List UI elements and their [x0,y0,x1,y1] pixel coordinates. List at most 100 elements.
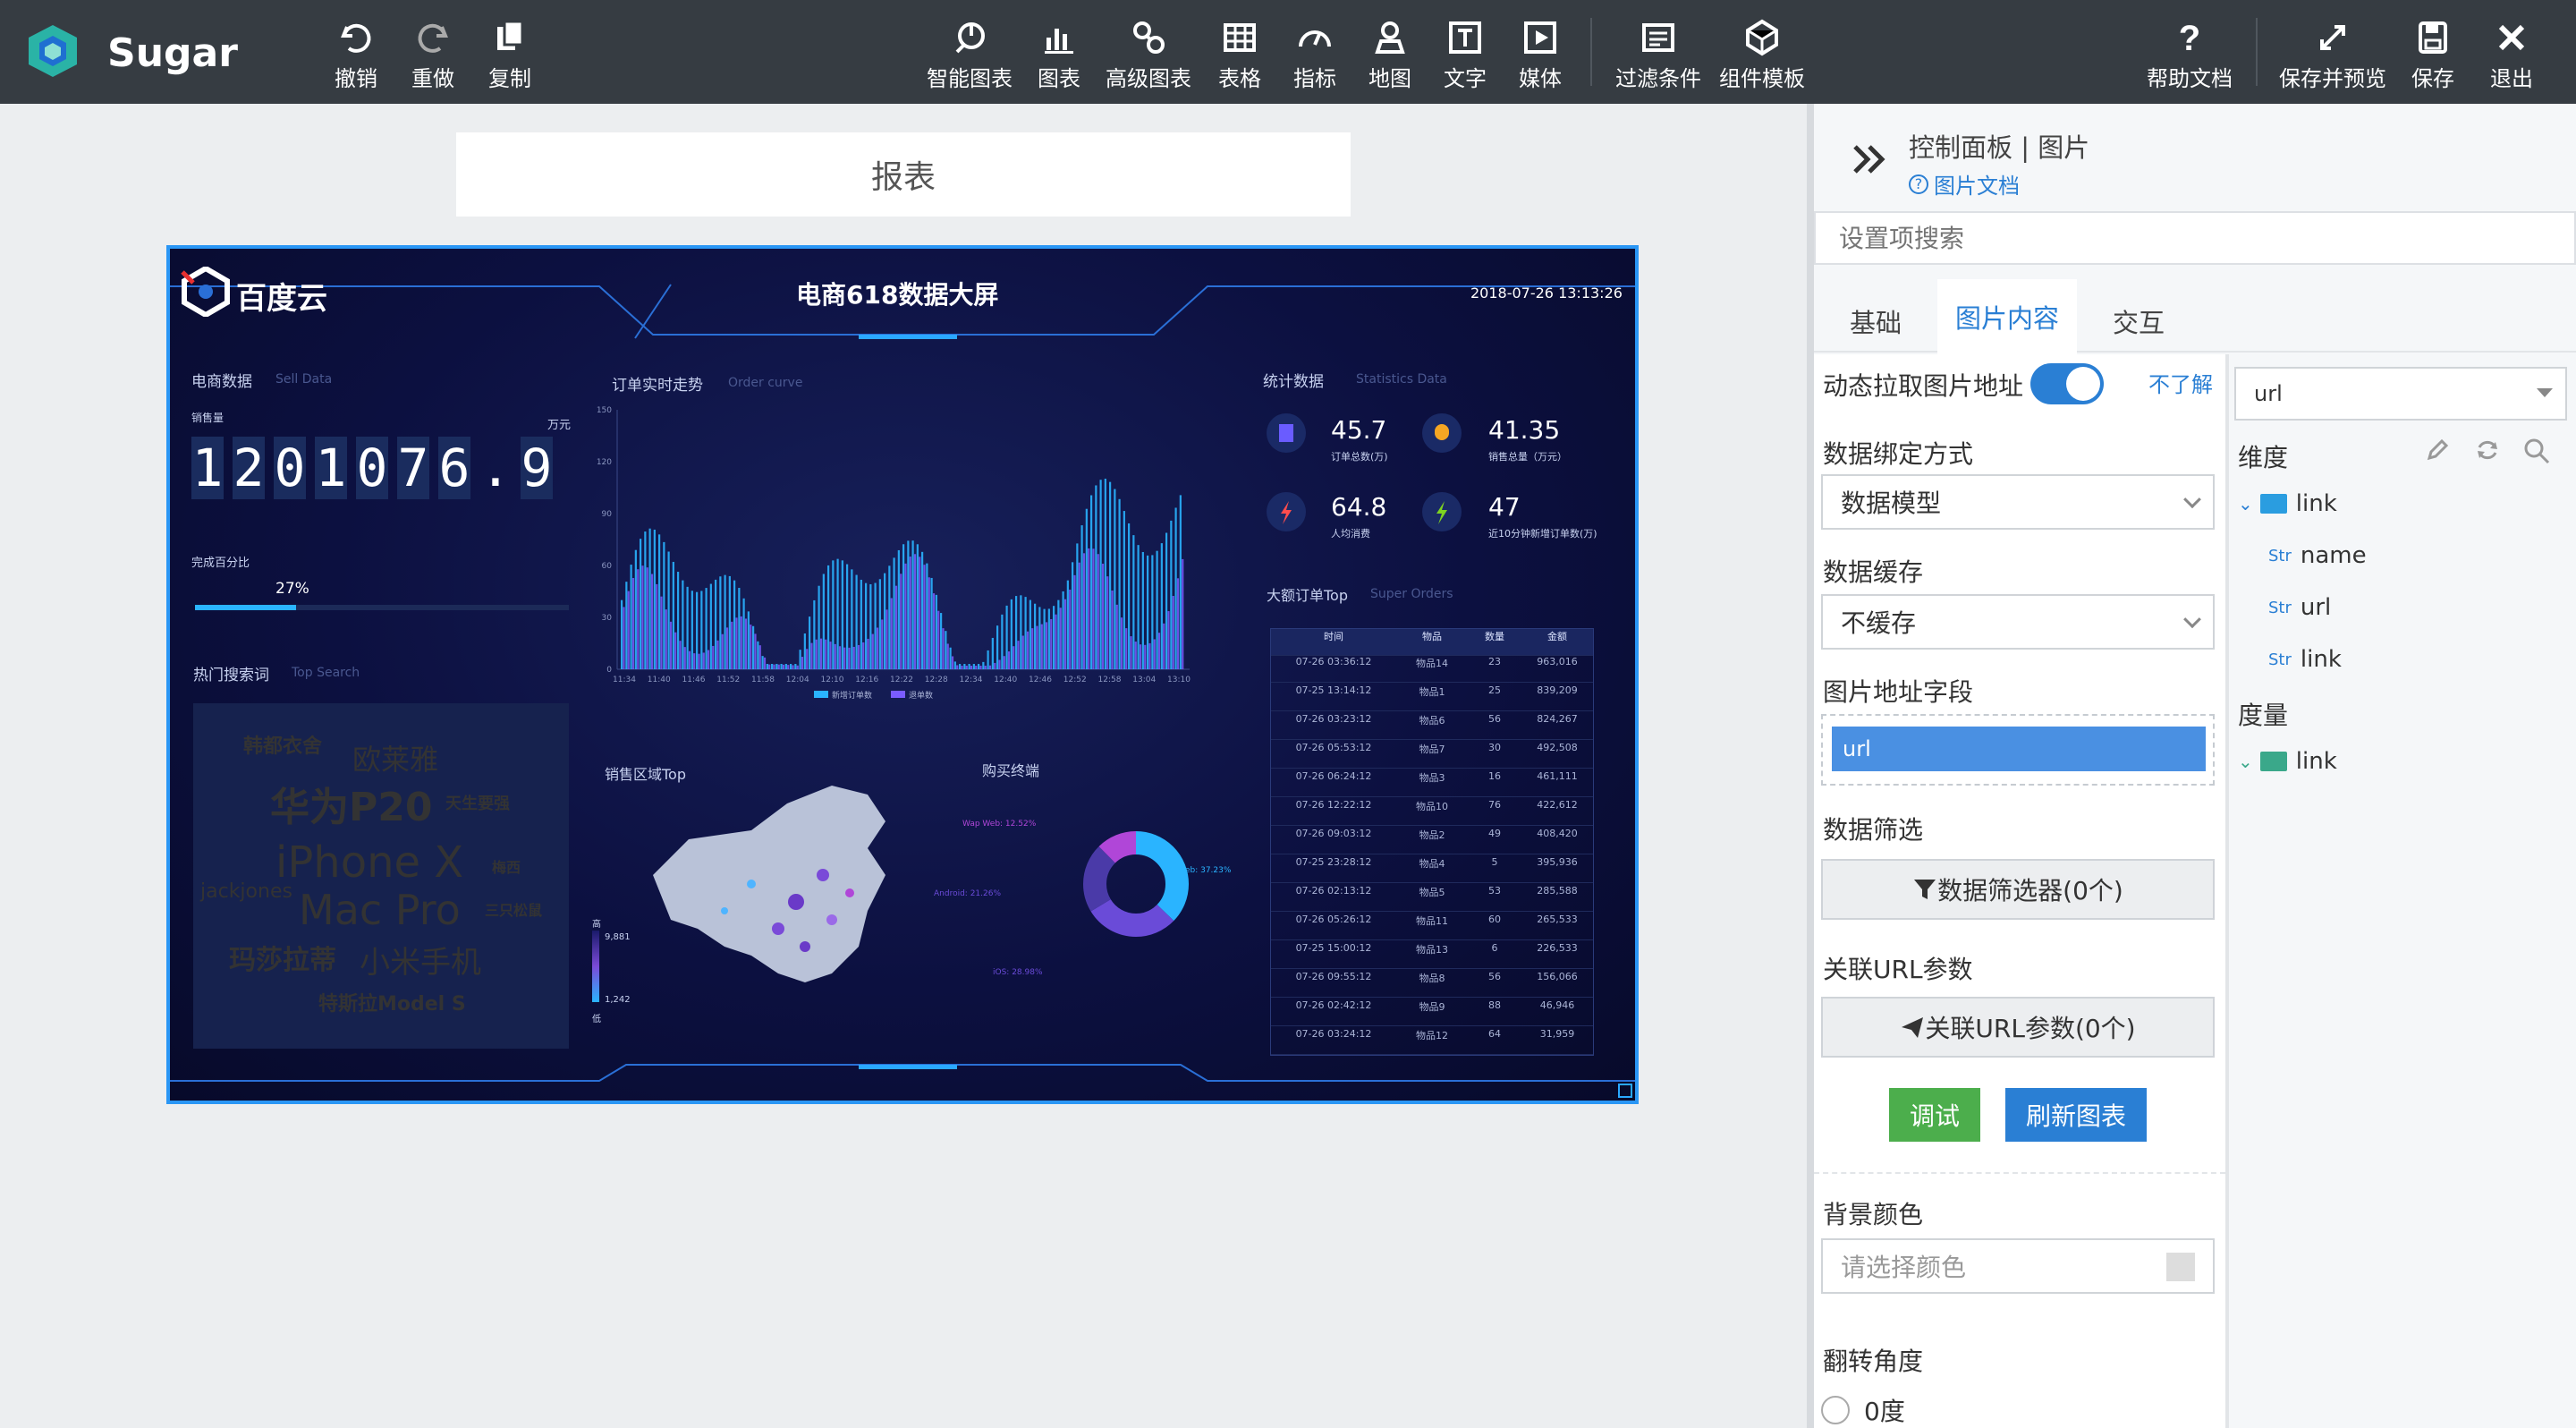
radio-button[interactable] [1821,1396,1850,1424]
stat-value: 47 [1488,492,1521,522]
search-icon[interactable] [2522,437,2551,465]
curve-bar [1144,644,1147,669]
table-row: 07-26 02:42:12 物品9 88 46,946 [1271,999,1593,1026]
refresh-chart-button[interactable]: 刷新图表 [2005,1088,2147,1142]
media-button[interactable]: 媒体 [1519,18,1562,93]
map-pin-icon [1375,21,1405,54]
image-component[interactable]: 百度云 电商618数据大屏 2018-07-26 13:13:26 电商数据 S… [166,245,1639,1104]
edit-pencil-icon[interactable] [2424,437,2451,463]
terminal-donut-chart [1083,831,1189,937]
str-type-icon: Str [2268,650,2292,669]
curve-bar [1160,543,1163,669]
curve-bar [956,665,959,669]
panel-divider[interactable] [1807,104,1814,1428]
cache-select[interactable]: 不缓存 [1821,594,2215,650]
help-doc-button[interactable]: ? 帮助文档 [2147,18,2233,93]
chart-button[interactable]: 图表 [1038,18,1080,93]
table-row: 07-26 05:53:12 物品7 30 492,508 [1271,742,1593,769]
map-button[interactable]: 地图 [1368,18,1411,93]
url-field-dropzone[interactable]: url [1821,714,2215,786]
doc-link[interactable]: ? 图片文档 [1909,168,2020,200]
curve-bar [1106,576,1109,669]
curve-bar [763,657,767,669]
url-params-button[interactable]: 关联URL参数(0个) [1821,997,2215,1058]
word-cloud-word: 韩都衣舍 [243,735,323,758]
curve-bar [815,639,818,669]
curve-bar [1013,646,1015,669]
curve-bar [1179,495,1182,669]
curve-bar [787,665,790,669]
advanced-chart-button[interactable]: 高级图表 [1106,18,1191,93]
curve-bar [857,644,860,669]
curve-bar [721,633,724,669]
curve-bar [1010,599,1013,669]
curve-bar [1040,624,1043,669]
bind-mode-select[interactable]: 数据模型 [1821,474,2215,530]
dynamic-fetch-toggle[interactable] [2030,363,2104,404]
tab-interaction[interactable]: 交互 [2113,302,2165,340]
table-row: 07-26 03:23:12 物品6 56 824,267 [1271,713,1593,740]
curve-bar [961,666,963,669]
curve-bar [991,637,994,669]
text-button[interactable]: 文字 [1444,18,1487,93]
dimension-field[interactable]: Str url [2268,594,2331,621]
bulb-icon [1422,413,1462,453]
undo-button[interactable]: 撤销 [335,18,377,93]
curve-bar [965,666,968,669]
url-field-chip[interactable]: url [1832,727,2206,771]
chevron-down-icon [2183,610,2201,629]
component-template-button[interactable]: 组件模板 [1719,18,1805,93]
toolbar-divider [2256,18,2258,86]
curve-bar [841,560,843,669]
dimension-field[interactable]: Str name [2268,542,2367,569]
dimension-field[interactable]: Str link [2268,646,2342,673]
curve-bar [869,583,872,669]
bg-color-input[interactable]: 请选择颜色 [1821,1238,2215,1294]
copy-button[interactable]: 复制 [488,18,531,93]
curve-bar [1156,550,1158,669]
tab-image-content[interactable]: 图片内容 [1937,279,2077,354]
filter-label: 数据筛选 [1823,815,1924,845]
orders-title-en: Super Orders [1370,587,1453,601]
region-high: 高 [592,920,601,930]
y-tick-label: 60 [602,562,613,571]
report-title[interactable]: 报表 [456,132,1351,217]
table-button[interactable]: 表格 [1218,18,1261,93]
curve-bar [1050,618,1053,669]
refresh-icon[interactable] [2474,437,2501,463]
data-filter-button[interactable]: 数据筛选器(0个) [1821,859,2215,920]
debug-button[interactable]: 调试 [1889,1088,1980,1142]
curve-bar [784,664,787,669]
collapse-panel-icon[interactable] [1850,140,1889,179]
color-swatch[interactable] [2166,1253,2195,1281]
settings-search-input[interactable] [1814,211,2576,265]
rotate-option-0[interactable]: 0度 [1821,1392,1905,1428]
curve-bar [867,638,869,669]
indicator-button[interactable]: 指标 [1293,18,1336,93]
table-header-row: 时间 物品 数量 金额 [1271,629,1593,656]
curve-bar [902,544,905,669]
save-preview-button[interactable]: 保存并预览 [2279,18,2386,93]
curve-bar [621,599,623,669]
redo-button[interactable]: 重做 [411,18,454,93]
table-row: 07-25 23:28:12 物品4 5 395,936 [1271,856,1593,883]
x-tick-label: 12:46 [1029,676,1052,684]
curve-bar [979,666,982,669]
tab-basic[interactable]: 基础 [1850,302,1902,340]
curve-bar [894,585,898,669]
save-button[interactable]: 保存 [2411,18,2454,93]
funnel-icon [1914,880,1936,899]
stats-title: 统计数据 [1263,373,1324,391]
model-select[interactable]: url [2234,367,2567,421]
help-link[interactable]: 不了解 [2148,367,2213,398]
dimension-folder[interactable]: ⌄ link [2238,490,2337,517]
word-cloud-word: 天生要强 [445,795,510,813]
curve-bar [975,666,978,669]
curve-bar [1085,508,1088,669]
smart-chart-button[interactable]: 智能图表 [927,18,1013,93]
stats-title-en: Statistics Data [1356,372,1447,387]
measure-folder[interactable]: ⌄ link [2238,748,2337,775]
exit-button[interactable]: 退出 [2490,18,2533,93]
stat-label: 人均消费 [1331,528,1370,540]
filter-condition-button[interactable]: 过滤条件 [1615,18,1701,93]
